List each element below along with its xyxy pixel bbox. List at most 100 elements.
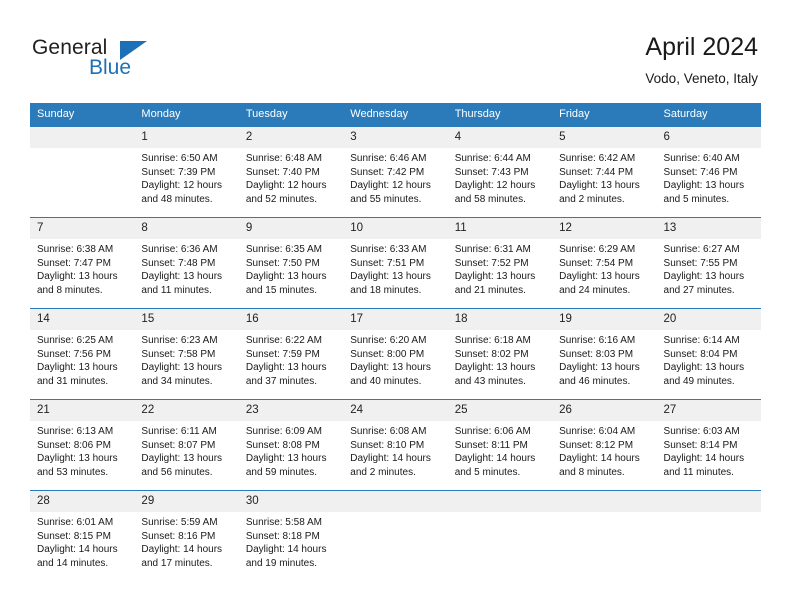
calendar-day-cell[interactable]: 25 Sunrise: 6:06 AM Sunset: 8:11 PM Dayligh… <box>447 399 553 491</box>
calendar-day-cell[interactable]: 26 Sunrise: 6:04 AM Sunset: 8:12 PM Dayligh… <box>552 399 657 491</box>
sunrise-text: Sunrise: 6:08 AM <box>350 426 427 437</box>
calendar-day-cell[interactable]: 12 Sunrise: 6:29 AM Sunset: 7:54 PM Dayligh… <box>552 217 657 309</box>
daylight-text-line1: Daylight: 13 hours <box>141 362 223 374</box>
calendar-day-cell-empty <box>30 126 135 218</box>
weekday-header-wednesday: Wednesday <box>343 103 448 127</box>
day-sun-info: Sunrise: 6:11 AM Sunset: 8:07 PM Daylight:… <box>134 421 238 479</box>
calendar-day-cell[interactable]: 1 Sunrise: 6:50 AM Sunset: 7:39 PM Daylight… <box>134 126 239 218</box>
day-sun-info: Sunrise: 6:29 AM Sunset: 7:54 PM Daylight:… <box>552 239 656 297</box>
daylight-text-line1: Daylight: 13 hours <box>663 180 745 192</box>
sunset-text: Sunset: 8:00 PM <box>350 348 425 360</box>
calendar-day-cell[interactable]: 4 Sunrise: 6:44 AM Sunset: 7:43 PM Daylight… <box>447 126 553 218</box>
day-number: 7 <box>30 218 135 239</box>
sunrise-text: Sunrise: 6:06 AM <box>454 426 531 437</box>
calendar-day-cell[interactable]: 8 Sunrise: 6:36 AM Sunset: 7:48 PM Daylight… <box>134 217 239 309</box>
sunset-text: Sunset: 7:59 PM <box>245 348 320 360</box>
weekday-header-sunday: Sunday <box>30 103 135 127</box>
daylight-text-line2: and 53 minutes. <box>37 466 109 478</box>
calendar-day-cell[interactable]: 23 Sunrise: 6:09 AM Sunset: 8:08 PM Dayligh… <box>238 399 344 491</box>
day-sun-info: Sunrise: 6:13 AM Sunset: 8:06 PM Daylight:… <box>30 421 134 479</box>
sunset-text: Sunset: 7:39 PM <box>141 166 216 178</box>
day-sun-info: Sunrise: 6:06 AM Sunset: 8:11 PM Daylight:… <box>448 421 552 479</box>
sunrise-text: Sunrise: 6:33 AM <box>350 244 427 255</box>
daylight-text-line2: and 2 minutes. <box>559 193 625 205</box>
daylight-text-line2: and 37 minutes. <box>245 375 318 387</box>
day-sun-info: Sunrise: 6:25 AM Sunset: 7:56 PM Daylight:… <box>30 330 134 388</box>
daylight-text-line1: Daylight: 12 hours <box>454 180 536 192</box>
calendar-day-cell[interactable]: 18 Sunrise: 6:18 AM Sunset: 8:02 PM Dayligh… <box>447 308 553 400</box>
calendar-day-cell[interactable]: 15 Sunrise: 6:23 AM Sunset: 7:58 PM Dayligh… <box>134 308 239 400</box>
daylight-text-line1: Daylight: 13 hours <box>663 271 745 283</box>
day-sun-info: Sunrise: 6:03 AM Sunset: 8:14 PM Daylight:… <box>657 421 761 479</box>
day-number: 29 <box>134 491 239 512</box>
calendar-day-cell[interactable]: 17 Sunrise: 6:20 AM Sunset: 8:00 PM Dayligh… <box>343 308 448 400</box>
daylight-text-line1: Daylight: 13 hours <box>454 362 536 374</box>
sunset-text: Sunset: 8:07 PM <box>141 439 216 451</box>
calendar-day-cell[interactable]: 2 Sunrise: 6:48 AM Sunset: 7:40 PM Daylight… <box>238 126 344 218</box>
day-number: 18 <box>447 309 553 330</box>
daylight-text-line2: and 58 minutes. <box>454 193 526 205</box>
sunrise-text: Sunrise: 6:25 AM <box>37 335 114 346</box>
sunset-text: Sunset: 8:03 PM <box>559 348 634 360</box>
daylight-text-line1: Daylight: 14 hours <box>141 544 223 556</box>
daylight-text-line2: and 8 minutes. <box>559 466 625 478</box>
logo-text-blue: Blue <box>89 56 132 79</box>
day-sun-info: Sunrise: 6:08 AM Sunset: 8:10 PM Daylight:… <box>343 421 447 479</box>
calendar-day-cell[interactable]: 7 Sunrise: 6:38 AM Sunset: 7:47 PM Daylight… <box>30 217 135 309</box>
calendar-day-cell[interactable]: 29 Sunrise: 5:59 AM Sunset: 8:16 PM Dayligh… <box>134 490 239 581</box>
calendar-day-cell[interactable]: 9 Sunrise: 6:35 AM Sunset: 7:50 PM Daylight… <box>238 217 344 309</box>
calendar-day-cell[interactable]: 16 Sunrise: 6:22 AM Sunset: 7:59 PM Dayligh… <box>238 308 344 400</box>
day-sun-info: Sunrise: 6:44 AM Sunset: 7:43 PM Daylight:… <box>448 148 552 206</box>
day-number: 9 <box>238 218 344 239</box>
sunrise-text: Sunrise: 6:36 AM <box>141 244 218 255</box>
daylight-text-line2: and 48 minutes. <box>141 193 213 205</box>
calendar-day-cell[interactable]: 5 Sunrise: 6:42 AM Sunset: 7:44 PM Daylight… <box>552 126 657 218</box>
weekday-header-monday: Monday <box>134 103 239 127</box>
daylight-text-line1: Daylight: 13 hours <box>37 362 118 374</box>
sunrise-text: Sunrise: 6:29 AM <box>559 244 636 255</box>
brand-logo[interactable]: General Blue <box>32 36 232 84</box>
calendar-day-cell[interactable]: 6 Sunrise: 6:40 AM Sunset: 7:46 PM Daylight… <box>656 126 761 218</box>
calendar-day-cell[interactable]: 13 Sunrise: 6:27 AM Sunset: 7:55 PM Dayligh… <box>656 217 761 309</box>
day-sun-info: Sunrise: 6:01 AM Sunset: 8:15 PM Daylight:… <box>30 512 134 570</box>
day-number <box>343 491 448 512</box>
calendar-day-cell[interactable]: 30 Sunrise: 5:58 AM Sunset: 8:18 PM Dayligh… <box>238 490 344 581</box>
sunrise-text: Sunrise: 6:16 AM <box>559 335 636 346</box>
daylight-text-line2: and 52 minutes. <box>245 193 318 205</box>
calendar-day-cell[interactable]: 3 Sunrise: 6:46 AM Sunset: 7:42 PM Daylight… <box>343 126 448 218</box>
sunrise-text: Sunrise: 6:50 AM <box>141 153 218 164</box>
sunset-text: Sunset: 7:43 PM <box>454 166 529 178</box>
daylight-text-line2: and 55 minutes. <box>350 193 422 205</box>
sunset-text: Sunset: 7:54 PM <box>559 257 634 269</box>
day-number: 5 <box>552 127 657 148</box>
day-sun-info: Sunrise: 6:16 AM Sunset: 8:03 PM Daylight:… <box>552 330 656 388</box>
sunrise-text: Sunrise: 6:48 AM <box>245 153 322 164</box>
day-sun-info: Sunrise: 6:38 AM Sunset: 7:47 PM Daylight:… <box>30 239 134 297</box>
calendar-day-cell[interactable]: 19 Sunrise: 6:16 AM Sunset: 8:03 PM Dayligh… <box>552 308 657 400</box>
day-number: 19 <box>552 309 657 330</box>
calendar-day-cell[interactable]: 28 Sunrise: 6:01 AM Sunset: 8:15 PM Dayligh… <box>30 490 135 581</box>
calendar-day-cell[interactable]: 22 Sunrise: 6:11 AM Sunset: 8:07 PM Dayligh… <box>134 399 239 491</box>
sunrise-text: Sunrise: 6:31 AM <box>454 244 531 255</box>
sunset-text: Sunset: 8:08 PM <box>245 439 320 451</box>
sunrise-text: Sunrise: 6:14 AM <box>663 335 740 346</box>
calendar-day-cell[interactable]: 27 Sunrise: 6:03 AM Sunset: 8:14 PM Dayligh… <box>656 399 761 491</box>
sunrise-text: Sunrise: 6:13 AM <box>37 426 114 437</box>
daylight-text-line1: Daylight: 14 hours <box>663 453 745 465</box>
sunset-text: Sunset: 8:04 PM <box>663 348 738 360</box>
calendar-day-cell[interactable]: 20 Sunrise: 6:14 AM Sunset: 8:04 PM Dayligh… <box>656 308 761 400</box>
sunrise-text: Sunrise: 6:18 AM <box>454 335 531 346</box>
day-sun-info: Sunrise: 5:59 AM Sunset: 8:16 PM Daylight:… <box>134 512 238 570</box>
sunset-text: Sunset: 7:44 PM <box>559 166 634 178</box>
daylight-text-line1: Daylight: 13 hours <box>141 453 223 465</box>
daylight-text-line1: Daylight: 14 hours <box>559 453 640 465</box>
calendar-day-cell[interactable]: 21 Sunrise: 6:13 AM Sunset: 8:06 PM Dayligh… <box>30 399 135 491</box>
day-sun-info: Sunrise: 6:33 AM Sunset: 7:51 PM Daylight:… <box>343 239 447 297</box>
calendar-day-cell[interactable]: 10 Sunrise: 6:33 AM Sunset: 7:51 PM Dayligh… <box>343 217 448 309</box>
daylight-text-line1: Daylight: 13 hours <box>454 271 536 283</box>
calendar-day-cell[interactable]: 24 Sunrise: 6:08 AM Sunset: 8:10 PM Dayligh… <box>343 399 448 491</box>
calendar-day-cell[interactable]: 11 Sunrise: 6:31 AM Sunset: 7:52 PM Dayligh… <box>447 217 553 309</box>
day-number: 25 <box>447 400 553 421</box>
calendar-grid: Sunday Monday Tuesday Wednesday Thursday Frid… <box>30 103 761 581</box>
calendar-day-cell[interactable]: 14 Sunrise: 6:25 AM Sunset: 7:56 PM Dayligh… <box>30 308 135 400</box>
